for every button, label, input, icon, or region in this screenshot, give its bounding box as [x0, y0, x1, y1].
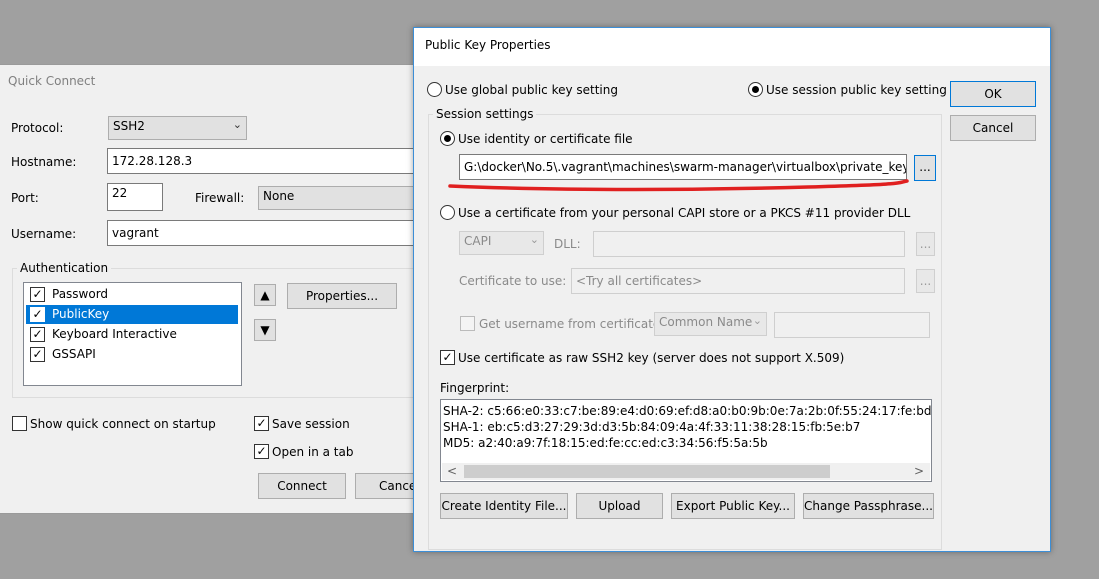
port-label: Port:: [11, 191, 39, 205]
list-item[interactable]: ✓ GSSAPI: [26, 345, 238, 364]
raw-ssh2-label: Use certificate as raw SSH2 key (server …: [458, 351, 845, 365]
show-on-startup-checkbox[interactable]: [12, 416, 27, 431]
cert-to-use-label: Certificate to use:: [459, 274, 567, 288]
use-session-label: Use session public key setting: [766, 83, 947, 97]
list-item[interactable]: ✓ Keyboard Interactive: [26, 325, 238, 344]
authentication-group-label: Authentication: [17, 261, 112, 275]
fingerprint-sha2: SHA-2: c5:66:e0:33:c7:be:89:e4:d0:69:ef:…: [443, 404, 932, 418]
capi-select[interactable]: CAPI ⌄: [459, 231, 544, 255]
get-username-label: Get username from certificate: [479, 317, 661, 331]
cert-to-use-input[interactable]: <Try all certificates>: [571, 268, 905, 294]
firewall-value: None: [263, 189, 295, 203]
quick-connect-title: Quick Connect: [8, 74, 96, 88]
username-label: Username:: [11, 227, 77, 241]
port-input[interactable]: 22: [107, 183, 163, 211]
browse-identity-button[interactable]: ...: [914, 155, 936, 181]
username-input[interactable]: vagrant: [107, 220, 418, 246]
use-session-radio[interactable]: [748, 82, 763, 97]
connect-button[interactable]: Connect: [258, 473, 346, 499]
auth-method-label: PublicKey: [52, 307, 110, 321]
upload-button[interactable]: Upload: [576, 493, 663, 519]
checkbox-publickey[interactable]: ✓: [30, 307, 45, 322]
title-bar[interactable]: Public Key Properties: [414, 28, 1050, 66]
common-name-select[interactable]: Common Name ⌄: [654, 312, 767, 336]
auth-method-label: GSSAPI: [52, 347, 96, 361]
fingerprint-box[interactable]: SHA-2: c5:66:e0:33:c7:be:89:e4:d0:69:ef:…: [440, 399, 932, 482]
checkbox-keyboard-interactive[interactable]: ✓: [30, 327, 45, 342]
chevron-down-icon: ⌄: [752, 314, 762, 327]
protocol-value: SSH2: [113, 119, 145, 133]
fingerprint-md5: MD5: a2:40:a9:7f:18:15:ed:fe:cc:ed:c3:34…: [443, 436, 768, 450]
cancel-button[interactable]: Cancel: [950, 115, 1036, 141]
capi-value: CAPI: [464, 234, 492, 248]
ok-button[interactable]: OK: [950, 81, 1036, 107]
dll-browse-button[interactable]: ...: [916, 232, 935, 256]
dialog-title: Public Key Properties: [425, 38, 551, 52]
raw-ssh2-checkbox[interactable]: ✓: [440, 350, 455, 365]
scrollbar-thumb[interactable]: [464, 465, 830, 478]
scroll-right-icon[interactable]: >: [914, 463, 924, 480]
auth-method-label: Password: [52, 287, 109, 301]
red-annotation-underline: [448, 179, 909, 192]
show-on-startup-label: Show quick connect on startup: [30, 417, 216, 431]
use-capi-radio[interactable]: [440, 205, 455, 220]
arrow-down-icon: ▼: [260, 323, 270, 337]
auth-methods-list[interactable]: ✓ Password ✓ PublicKey ✓ Keyboard Intera…: [23, 282, 242, 386]
checkbox-password[interactable]: ✓: [30, 287, 45, 302]
auth-method-label: Keyboard Interactive: [52, 327, 177, 341]
move-down-button[interactable]: ▼: [254, 319, 276, 341]
protocol-select[interactable]: SSH2 ⌄: [108, 116, 247, 140]
hostname-label: Hostname:: [11, 155, 77, 169]
protocol-label: Protocol:: [11, 121, 64, 135]
firewall-select[interactable]: None ⌄: [258, 186, 418, 210]
properties-button[interactable]: Properties...: [287, 283, 397, 309]
arrow-up-icon: ▲: [260, 288, 270, 302]
list-item[interactable]: ✓ Password: [26, 285, 238, 304]
use-capi-label: Use a certificate from your personal CAP…: [458, 206, 911, 220]
firewall-label: Firewall:: [195, 191, 245, 205]
create-identity-file-button[interactable]: Create Identity File...: [440, 493, 568, 519]
use-identity-radio[interactable]: [440, 131, 455, 146]
get-username-checkbox[interactable]: [460, 316, 475, 331]
fingerprint-sha1: SHA-1: eb:c5:d3:27:29:3d:d3:5b:84:09:4a:…: [443, 420, 861, 434]
use-global-label: Use global public key setting: [445, 83, 618, 97]
use-identity-label: Use identity or certificate file: [458, 132, 633, 146]
username-from-cert-input[interactable]: [774, 312, 930, 338]
move-up-button[interactable]: ▲: [254, 284, 276, 306]
export-public-key-button[interactable]: Export Public Key...: [671, 493, 795, 519]
quick-connect-dialog: Quick Connect Protocol: SSH2 ⌄ Hostname:…: [0, 64, 418, 514]
use-global-radio[interactable]: [427, 82, 442, 97]
checkbox-gssapi[interactable]: ✓: [30, 347, 45, 362]
save-session-checkbox[interactable]: ✓: [254, 416, 269, 431]
open-in-tab-label: Open in a tab: [272, 445, 354, 459]
chevron-down-icon: ⌄: [232, 118, 242, 131]
chevron-down-icon: ⌄: [529, 233, 539, 246]
change-passphrase-button[interactable]: Change Passphrase...: [803, 493, 934, 519]
scroll-left-icon[interactable]: <: [447, 463, 457, 480]
hostname-input[interactable]: 172.28.128.3: [107, 148, 418, 174]
dll-label: DLL:: [554, 237, 581, 251]
common-name-value: Common Name: [659, 315, 753, 329]
dll-input[interactable]: [593, 231, 905, 257]
save-session-label: Save session: [272, 417, 350, 431]
horizontal-scrollbar[interactable]: < >: [442, 463, 930, 480]
cancel-button[interactable]: Cance: [355, 473, 418, 499]
cert-browse-button[interactable]: ...: [916, 269, 935, 293]
fingerprint-label: Fingerprint:: [440, 381, 510, 395]
list-item[interactable]: ✓ PublicKey: [26, 305, 238, 324]
open-in-tab-checkbox[interactable]: ✓: [254, 444, 269, 459]
public-key-properties-dialog: Public Key Properties Use global public …: [413, 27, 1051, 552]
session-settings-label: Session settings: [433, 107, 537, 121]
